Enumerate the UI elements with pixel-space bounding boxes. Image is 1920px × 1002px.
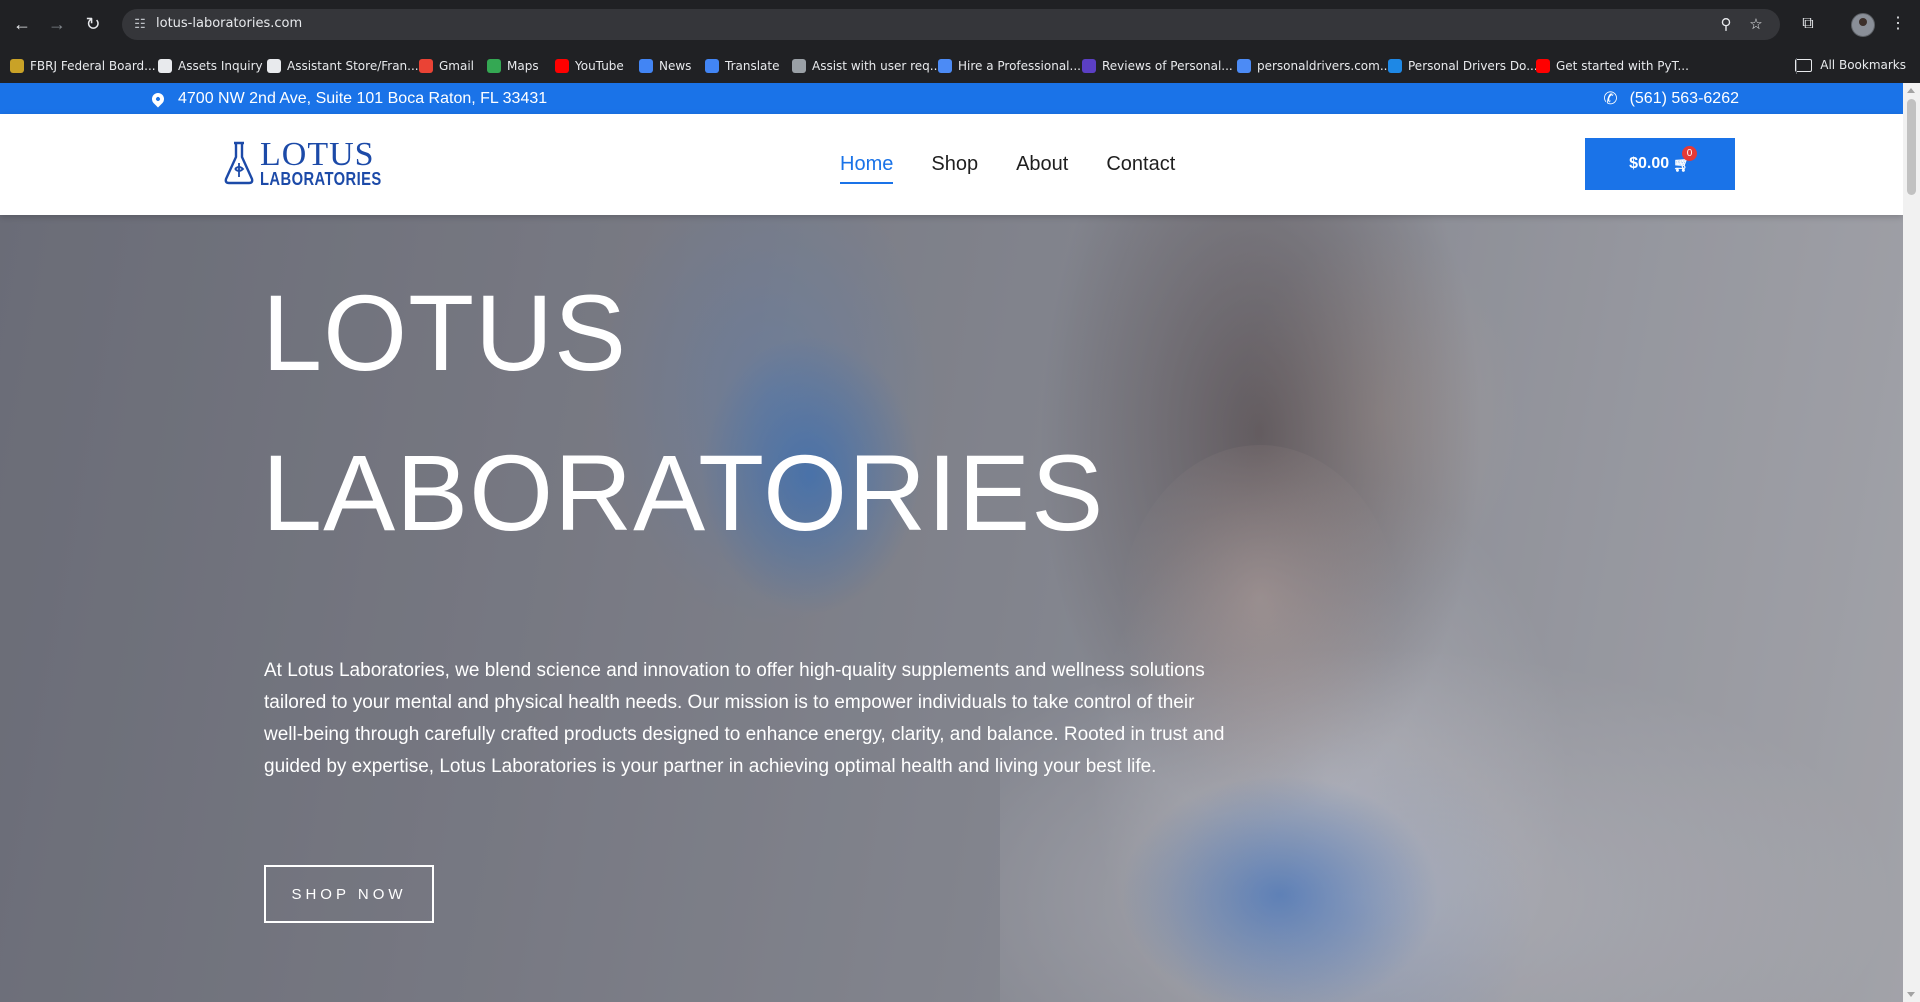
youtube-icon (555, 59, 569, 73)
hero-title-line1: LOTUS (262, 272, 628, 393)
page-scrollbar[interactable] (1903, 83, 1920, 1002)
globe-icon (938, 59, 952, 73)
cart-total: $0.00 (1629, 155, 1670, 172)
logo-sub-text: LABORATORIES (260, 169, 382, 189)
url-text[interactable]: lotus-laboratories.com (156, 16, 302, 31)
bookmark-item[interactable]: FBRJ Federal Board... (10, 58, 156, 74)
bookmark-item[interactable]: Gmail (419, 58, 474, 74)
all-bookmarks-label: All Bookmarks (1820, 58, 1906, 72)
gmail-icon (419, 59, 433, 73)
news-icon (639, 59, 653, 73)
scroll-thumb[interactable] (1907, 99, 1916, 195)
bookmark-label: Assistant Store/Fran... (287, 59, 419, 73)
zoom-icon[interactable]: ⚲ (1716, 15, 1736, 35)
doc-icon (10, 59, 24, 73)
bookmark-item[interactable]: News (639, 58, 691, 74)
bookmark-item[interactable]: Translate (705, 58, 780, 74)
phone-text[interactable]: (561) 563-6262 (1630, 90, 1739, 108)
youtube-icon (1536, 59, 1550, 73)
hero-title: LOTUS LABORATORIES (262, 253, 1362, 573)
bookmark-item[interactable]: Maps (487, 58, 539, 74)
flask-logo-icon (224, 141, 254, 185)
cart-button[interactable]: $0.00 🛒︎ 0 (1585, 138, 1735, 190)
bookmark-label: Get started with PyT... (1556, 59, 1689, 73)
site-info-icon[interactable]: ☷ (132, 16, 148, 32)
phone-info[interactable]: ✆ (561) 563-6262 (1603, 83, 1739, 114)
address-info: 4700 NW 2nd Ave, Suite 101 Boca Raton, F… (149, 83, 548, 114)
bookmark-item[interactable]: Assistant Store/Fran... (267, 58, 419, 74)
bookmark-label: News (659, 59, 692, 73)
globe-icon (1237, 59, 1251, 73)
bookmark-item[interactable]: Hire a Professional... (938, 58, 1081, 74)
bookmark-label: Reviews of Personal... (1102, 59, 1233, 73)
address-bar[interactable]: ☷ lotus-laboratories.com ⚲ ☆ (122, 9, 1780, 40)
bookmark-label: Maps (507, 59, 539, 73)
nav-about[interactable]: About (1016, 147, 1068, 182)
translate-icon (705, 59, 719, 73)
site-header: LOTUS LABORATORIES Home Shop About Conta… (0, 114, 1903, 215)
address-text: 4700 NW 2nd Ave, Suite 101 Boca Raton, F… (178, 89, 548, 107)
bookmark-label: personaldrivers.com... (1257, 59, 1392, 73)
site-logo[interactable]: LOTUS LABORATORIES (222, 138, 408, 188)
bookmark-label: Translate (725, 59, 780, 73)
location-pin-icon (149, 90, 167, 107)
web-page: 4700 NW 2nd Ave, Suite 101 Boca Raton, F… (0, 83, 1903, 1002)
bookmark-label: Assets Inquiry (178, 59, 263, 73)
bookmark-item[interactable]: Get started with PyT... (1536, 58, 1689, 74)
cart-count-badge: 0 (1682, 146, 1697, 161)
bookmark-star-icon[interactable]: ☆ (1746, 15, 1766, 35)
nav-home[interactable]: Home (840, 147, 894, 184)
all-bookmarks-button[interactable]: All Bookmarks (1795, 58, 1906, 72)
shop-now-button[interactable]: SHOP NOW (264, 865, 434, 923)
hero-description: At Lotus Laboratories, we blend science … (264, 660, 1225, 777)
bookmark-item[interactable]: Personal Drivers Do... (1388, 58, 1538, 74)
star-icon (1082, 59, 1096, 73)
main-nav: Home Shop About Contact (840, 114, 1213, 215)
info-icon (267, 59, 281, 73)
bookmark-label: Hire a Professional... (958, 59, 1081, 73)
cloud-icon (1388, 59, 1402, 73)
bookmark-label: Gmail (439, 59, 475, 73)
scroll-down-icon[interactable] (1907, 992, 1915, 997)
bookmarks-bar: FBRJ Federal Board... Assets Inquiry Assis… (0, 49, 1920, 84)
scroll-up-icon[interactable] (1907, 88, 1915, 93)
back-icon[interactable]: ← (10, 12, 34, 36)
bookmark-item[interactable]: Assist with user req... (792, 58, 941, 74)
bookmark-item[interactable]: personaldrivers.com... (1237, 58, 1391, 74)
profile-avatar[interactable] (1851, 13, 1875, 37)
globe-icon (158, 59, 172, 73)
bookmark-label: Personal Drivers Do... (1408, 59, 1538, 73)
folder-icon (1795, 58, 1813, 72)
bookmark-item[interactable]: Assets Inquiry (158, 58, 263, 74)
phone-icon: ✆ (1603, 88, 1618, 108)
bookmarks-divider (1796, 58, 1797, 74)
reload-icon[interactable]: ↻ (81, 12, 105, 36)
bookmark-item[interactable]: Reviews of Personal... (1082, 58, 1233, 74)
bookmark-label: FBRJ Federal Board... (30, 59, 156, 73)
extensions-icon[interactable]: ⧉ (1796, 12, 1820, 36)
hero-title-line2: LABORATORIES (262, 432, 1105, 553)
bookmark-item[interactable]: YouTube (555, 58, 624, 74)
browser-toolbar: ← → ↻ ☷ lotus-laboratories.com ⚲ ☆ ⧉ ⋮ (0, 0, 1920, 49)
nav-contact[interactable]: Contact (1106, 147, 1175, 182)
menu-kebab-icon[interactable]: ⋮ (1886, 12, 1910, 36)
forward-icon[interactable]: → (45, 12, 69, 36)
bookmark-label: Assist with user req... (812, 59, 942, 73)
openai-icon (792, 59, 806, 73)
contact-topbar: 4700 NW 2nd Ave, Suite 101 Boca Raton, F… (0, 83, 1903, 114)
maps-icon (487, 59, 501, 73)
nav-shop[interactable]: Shop (931, 147, 978, 182)
bookmark-label: YouTube (575, 59, 624, 73)
logo-main-text: LOTUS (260, 136, 375, 173)
